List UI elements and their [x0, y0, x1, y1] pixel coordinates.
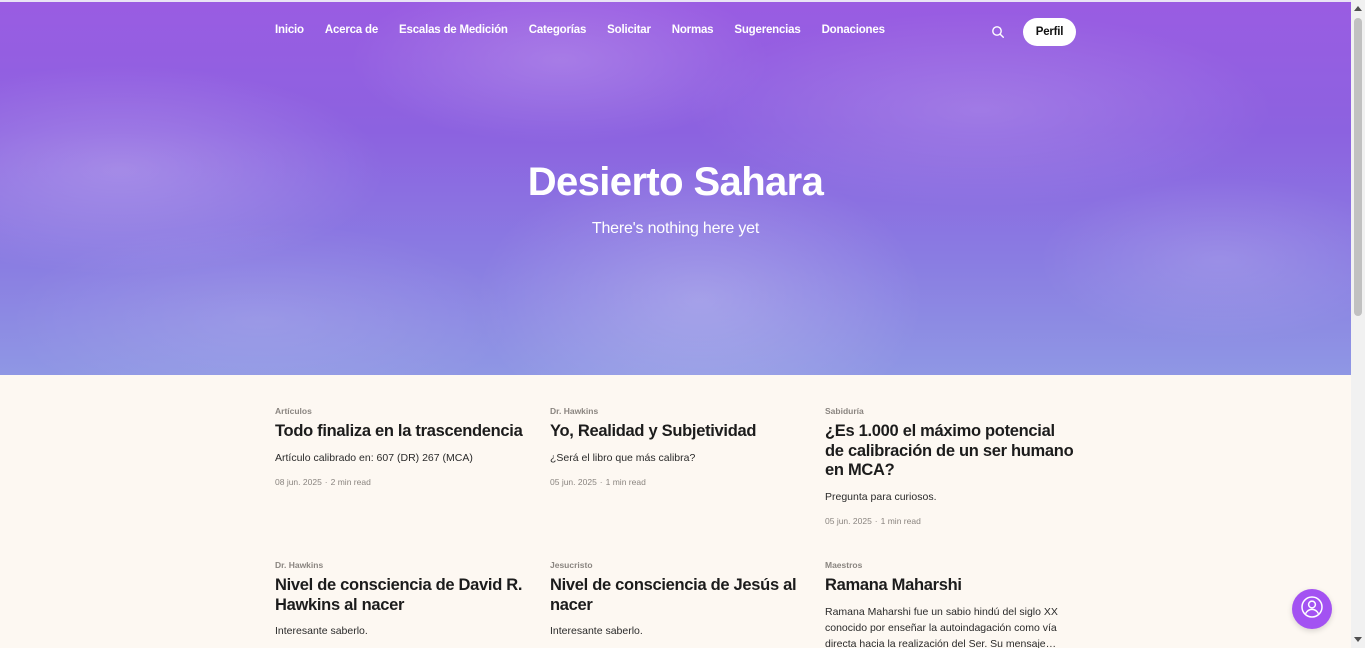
- search-icon[interactable]: [990, 24, 1006, 40]
- top-divider: [0, 0, 1351, 2]
- vertical-scrollbar[interactable]: [1351, 0, 1365, 648]
- post-card[interactable]: Dr. Hawkins Yo, Realidad y Subjetividad …: [550, 406, 800, 488]
- post-category[interactable]: Artículos: [275, 406, 525, 416]
- nav-item-escalas[interactable]: Escalas de Medición: [399, 24, 508, 36]
- post-read-time: 2 min read: [330, 476, 371, 487]
- post-excerpt: Interesante saberlo.: [550, 625, 643, 637]
- post-meta: 08 jun. 2025 · 2 min read: [275, 476, 371, 487]
- page-title: Desierto Sahara: [527, 160, 824, 204]
- nav-item-acerca-de[interactable]: Acerca de: [325, 24, 378, 36]
- post-excerpt: Interesante saberlo.: [275, 625, 368, 637]
- scroll-down-arrow-icon[interactable]: [1354, 637, 1362, 642]
- post-card[interactable]: Dr. Hawkins Nivel de consciencia de Davi…: [275, 560, 525, 639]
- post-category[interactable]: Dr. Hawkins: [550, 406, 800, 416]
- chat-button[interactable]: [1292, 589, 1332, 629]
- post-category[interactable]: Jesucristo: [550, 560, 800, 570]
- post-meta: 05 jun. 2025 · 1 min read: [825, 515, 921, 526]
- nav-item-donaciones[interactable]: Donaciones: [822, 24, 885, 36]
- post-date: 05 jun. 2025: [825, 515, 872, 526]
- post-date: 08 jun. 2025: [275, 476, 322, 487]
- chat-user-icon: [1300, 595, 1324, 624]
- post-excerpt: Artículo calibrado en: 607 (DR) 267 (MCA…: [275, 451, 473, 464]
- main-navigation: Inicio Acerca de Escalas de Medición Cat…: [275, 24, 906, 36]
- post-category[interactable]: Maestros: [825, 560, 1075, 570]
- hero-banner: Inicio Acerca de Escalas de Medición Cat…: [0, 0, 1351, 375]
- post-title[interactable]: Yo, Realidad y Subjetividad: [550, 422, 800, 442]
- nav-item-inicio[interactable]: Inicio: [275, 24, 304, 36]
- post-read-time: 1 min read: [880, 515, 921, 526]
- post-title[interactable]: Todo finaliza en la trascendencia: [275, 422, 525, 442]
- nav-item-sugerencias[interactable]: Sugerencias: [734, 24, 800, 36]
- post-card[interactable]: Sabiduría ¿Es 1.000 el máximo potencial …: [825, 406, 1075, 527]
- post-card[interactable]: Jesucristo Nivel de consciencia de Jesús…: [550, 560, 800, 639]
- scrollbar-thumb[interactable]: [1354, 18, 1362, 316]
- scroll-up-arrow-icon[interactable]: [1354, 6, 1362, 11]
- nav-item-solicitar[interactable]: Solicitar: [607, 24, 651, 36]
- post-date: 05 jun. 2025: [550, 476, 597, 487]
- nav-item-normas[interactable]: Normas: [672, 24, 714, 36]
- profile-button[interactable]: Perfil: [1023, 18, 1076, 46]
- post-title[interactable]: ¿Es 1.000 el máximo potencial de calibra…: [825, 422, 1075, 481]
- post-excerpt: ¿Será el libro que más calibra?: [550, 451, 696, 464]
- post-category[interactable]: Sabiduría: [825, 406, 1075, 416]
- post-read-time: 1 min read: [605, 476, 646, 487]
- post-category[interactable]: Dr. Hawkins: [275, 560, 525, 570]
- post-excerpt: Ramana Maharshi fue un sabio hindú del s…: [825, 605, 1058, 648]
- post-excerpt: Pregunta para curiosos.: [825, 490, 937, 503]
- page: Inicio Acerca de Escalas de Medición Cat…: [0, 0, 1351, 648]
- post-title[interactable]: Ramana Maharshi: [825, 576, 1075, 596]
- post-title[interactable]: Nivel de consciencia de David R. Hawkins…: [275, 576, 525, 615]
- post-title[interactable]: Nivel de consciencia de Jesús al nacer: [550, 576, 800, 615]
- post-card[interactable]: Artículos Todo finaliza en la trascenden…: [275, 406, 525, 488]
- post-meta: 05 jun. 2025 · 1 min read: [550, 476, 646, 487]
- post-card[interactable]: Maestros Ramana Maharshi Ramana Maharshi…: [825, 560, 1075, 648]
- nav-item-categorias[interactable]: Categorías: [529, 24, 587, 36]
- page-subtitle: There's nothing here yet: [591, 220, 760, 237]
